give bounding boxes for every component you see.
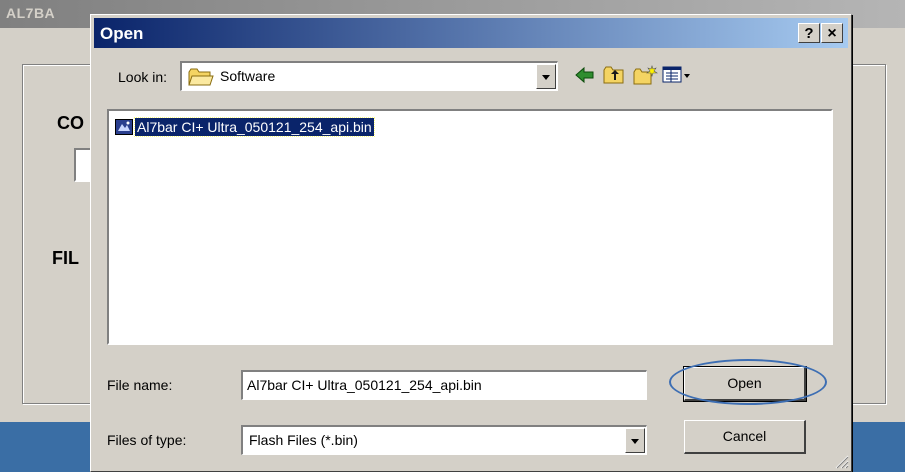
background-window-title: AL7BA — [6, 5, 56, 21]
up-one-level-icon[interactable] — [602, 65, 626, 85]
cancel-button[interactable]: Cancel — [684, 420, 806, 454]
bin-file-icon — [115, 119, 133, 135]
file-name-input[interactable]: Al7bar CI+ Ultra_050121_254_api.bin — [241, 370, 647, 400]
file-list[interactable]: Al7bar CI+ Ultra_050121_254_api.bin — [107, 109, 833, 345]
files-of-type-dropdown-button[interactable] — [625, 428, 645, 453]
help-button[interactable]: ? — [798, 23, 820, 43]
file-item-name: Al7bar CI+ Ultra_050121_254_api.bin — [134, 117, 375, 137]
open-button[interactable]: Open — [683, 366, 807, 402]
folder-open-icon — [188, 68, 214, 86]
background-label-co: CO — [57, 113, 84, 133]
files-of-type-value: Flash Files (*.bin) — [249, 432, 358, 448]
look-in-dropdown[interactable]: Software — [180, 61, 558, 91]
close-button[interactable]: × — [821, 23, 843, 43]
new-folder-icon[interactable] — [632, 65, 658, 85]
background-label-fil: FIL — [52, 248, 79, 268]
view-menu-icon[interactable] — [662, 65, 692, 85]
look-in-value: Software — [220, 68, 276, 84]
dialog-title-bar[interactable]: Open ? × — [94, 18, 848, 48]
look-in-label: Look in: — [118, 69, 168, 85]
resize-grip-icon[interactable] — [833, 453, 849, 469]
dialog-title: Open — [100, 24, 144, 43]
files-of-type-label: Files of type: — [107, 432, 187, 448]
files-of-type-dropdown[interactable]: Flash Files (*.bin) — [241, 425, 647, 455]
back-arrow-icon[interactable] — [574, 65, 596, 85]
file-name-label: File name: — [107, 377, 173, 393]
look-in-dropdown-button[interactable] — [536, 64, 556, 89]
open-dialog: Open ? × Look in: Software Al7bar CI+ Ul… — [90, 14, 852, 472]
